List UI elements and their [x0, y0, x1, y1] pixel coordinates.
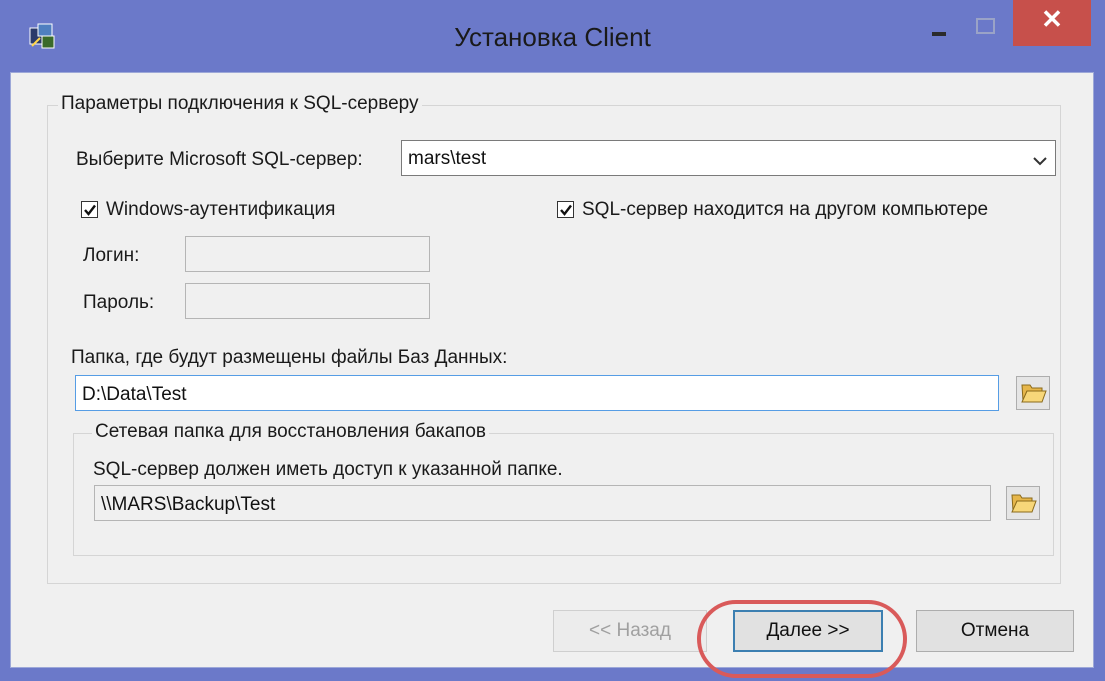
db-folder-input[interactable]: D:\Data\Test	[75, 375, 999, 411]
db-folder-browse-button[interactable]	[1016, 376, 1050, 410]
back-button[interactable]: << Назад	[553, 610, 707, 652]
password-label: Пароль:	[83, 292, 155, 313]
password-input	[185, 283, 430, 319]
windows-auth-checkbox[interactable]	[81, 201, 98, 218]
checkmark-icon	[84, 204, 96, 216]
remote-server-label[interactable]: SQL-сервер находится на другом компьютер…	[582, 199, 988, 221]
close-button[interactable]: ✕	[1013, 0, 1091, 46]
backup-folder-browse-button[interactable]	[1006, 486, 1040, 520]
backup-note: SQL-сервер должен иметь доступ к указанн…	[93, 459, 563, 480]
sql-server-value: mars\test	[408, 148, 487, 169]
cancel-button[interactable]: Отмена	[916, 610, 1074, 652]
maximize-button[interactable]	[962, 0, 1006, 46]
installer-window: Установка Client ✕ Параметры подключения…	[0, 0, 1105, 681]
db-folder-value: D:\Data\Test	[82, 384, 187, 405]
title-bar[interactable]: Установка Client ✕	[0, 0, 1105, 72]
maximize-icon	[976, 18, 995, 34]
remote-server-checkbox[interactable]	[557, 201, 574, 218]
checkmark-icon	[560, 204, 572, 216]
sql-connection-legend: Параметры подключения к SQL-серверу	[58, 93, 422, 115]
windows-auth-label[interactable]: Windows-аутентификация	[106, 199, 335, 221]
folder-open-icon	[1011, 494, 1037, 513]
folder-open-icon	[1021, 384, 1047, 403]
backup-path-input[interactable]: \\MARS\Backup\Test	[94, 485, 991, 521]
login-input	[185, 236, 430, 272]
next-button[interactable]: Далее >>	[733, 610, 883, 652]
login-label: Логин:	[83, 245, 140, 266]
dialog-body: Параметры подключения к SQL-серверу Выбе…	[10, 72, 1094, 668]
close-icon: ✕	[1041, 4, 1063, 34]
server-label: Выберите Microsoft SQL-сервер:	[76, 149, 363, 170]
minimize-button[interactable]	[918, 0, 962, 46]
sql-server-select[interactable]: mars\test	[401, 140, 1056, 176]
minimize-icon	[932, 32, 946, 36]
db-folder-label: Папка, где будут размещены файлы Баз Дан…	[71, 347, 508, 368]
backup-folder-legend: Сетевая папка для восстановления бакапов	[92, 421, 489, 443]
chevron-down-icon[interactable]	[1033, 153, 1047, 171]
backup-path-value: \\MARS\Backup\Test	[101, 494, 276, 515]
